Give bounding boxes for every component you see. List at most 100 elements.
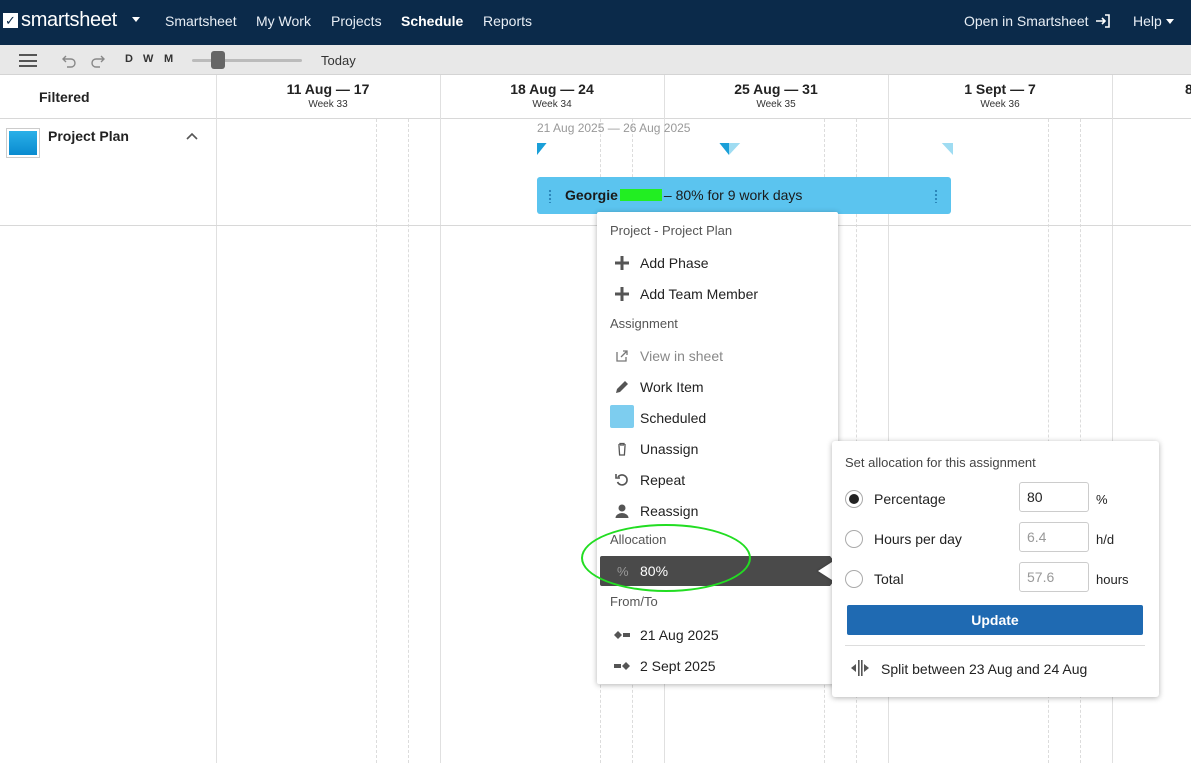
app-menu-caret-icon[interactable] bbox=[132, 17, 140, 22]
color-swatch-icon bbox=[610, 405, 634, 428]
menu-item-label: Repeat bbox=[640, 472, 686, 488]
menu-item-label: Add Team Member bbox=[640, 286, 759, 302]
project-name[interactable]: Project Plan bbox=[48, 128, 129, 144]
drag-handle-left-icon[interactable] bbox=[548, 189, 552, 203]
help-caret-icon bbox=[1166, 19, 1174, 24]
assignee-name: Georgie bbox=[565, 187, 618, 203]
toolbar: D W M Today bbox=[0, 45, 1191, 75]
timeline-header: Filtered 11 Aug — 17 Week 33 18 Aug — 24… bbox=[0, 75, 1191, 119]
person-icon bbox=[615, 504, 629, 518]
week-range: 11 Aug — 17 bbox=[286, 81, 370, 97]
phase-bar-extension[interactable] bbox=[729, 143, 953, 155]
popover-title: Set allocation for this assignment bbox=[845, 455, 1036, 470]
open-external-icon[interactable] bbox=[1094, 12, 1112, 30]
menu-item-label: Work Item bbox=[640, 379, 704, 395]
week-column: 25 Aug — 31 Week 35 bbox=[664, 81, 888, 110]
filter-label[interactable]: Filtered bbox=[39, 89, 90, 105]
total-hours-radio[interactable] bbox=[845, 570, 863, 588]
zoom-slider-handle[interactable] bbox=[211, 51, 225, 69]
menu-item-label: Reassign bbox=[640, 503, 699, 519]
hours-per-day-unit: h/d bbox=[1096, 532, 1115, 547]
week-range: 8 bbox=[1185, 81, 1191, 97]
menu-item-label: View in sheet bbox=[640, 348, 724, 364]
smartsheet-logo[interactable]: ✓ smartsheet bbox=[3, 9, 117, 32]
split-assignment-option[interactable]: Split between 23 Aug and 24 Aug bbox=[881, 661, 1087, 677]
nav-projects[interactable]: Projects bbox=[331, 13, 382, 29]
hamburger-menu-icon[interactable] bbox=[19, 54, 37, 67]
redo-icon[interactable] bbox=[90, 52, 106, 68]
view-in-sheet-menu-item[interactable]: View in sheet bbox=[597, 341, 838, 369]
assignment-context-menu: Project - Project Plan Add Phase Add Tea… bbox=[597, 212, 842, 684]
divider bbox=[845, 645, 1145, 646]
end-date-icon bbox=[614, 662, 630, 670]
hours-per-day-radio[interactable] bbox=[845, 530, 863, 548]
nav-my-work[interactable]: My Work bbox=[256, 13, 311, 29]
week-column: 11 Aug — 17 Week 33 bbox=[216, 81, 440, 110]
update-button[interactable]: Update bbox=[847, 605, 1143, 635]
scheduled-menu-item[interactable]: Scheduled bbox=[597, 403, 838, 431]
project-color-swatch bbox=[7, 129, 39, 157]
chevron-up-icon[interactable] bbox=[185, 131, 199, 141]
hours-unit: hours bbox=[1096, 572, 1129, 587]
allocation-popover: Set allocation for this assignment Perce… bbox=[832, 441, 1159, 697]
zoom-day[interactable]: D bbox=[125, 53, 133, 65]
week-range: 18 Aug — 24 bbox=[510, 81, 594, 97]
drag-handle-right-icon[interactable] bbox=[934, 189, 938, 203]
percentage-label: Percentage bbox=[874, 491, 946, 507]
repeat-menu-item[interactable]: Repeat bbox=[597, 465, 838, 493]
top-nav: ✓ smartsheet Smartsheet My Work Projects… bbox=[0, 0, 1191, 45]
menu-item-label: 2 Sept 2025 bbox=[640, 658, 716, 674]
percentage-radio[interactable] bbox=[845, 490, 863, 508]
project-row: Project Plan 21 Aug 2025 — 26 Aug 2025 G… bbox=[0, 119, 1191, 226]
trash-icon bbox=[618, 442, 626, 456]
phase-date-range: 21 Aug 2025 — 26 Aug 2025 bbox=[537, 121, 691, 135]
week-number: Week 36 bbox=[980, 99, 1020, 110]
external-link-icon bbox=[616, 350, 628, 362]
week-number: Week 35 bbox=[756, 99, 796, 110]
assignment-bar[interactable]: Georgie – 80% for 9 work days bbox=[537, 177, 951, 214]
zoom-slider-track[interactable] bbox=[192, 59, 302, 62]
split-icon bbox=[851, 660, 869, 676]
redacted-block bbox=[619, 189, 662, 201]
pencil-icon bbox=[616, 381, 628, 393]
add-phase-menu-item[interactable]: Add Phase bbox=[597, 248, 838, 276]
menu-item-label: Scheduled bbox=[640, 410, 707, 426]
today-button[interactable]: Today bbox=[321, 53, 356, 68]
zoom-week[interactable]: W bbox=[143, 53, 153, 65]
menu-section-assignment: Assignment bbox=[610, 316, 678, 331]
zoom-month[interactable]: M bbox=[164, 53, 173, 65]
popover-arrow bbox=[818, 562, 832, 580]
assignment-summary: – 80% for 9 work days bbox=[663, 187, 803, 203]
repeat-icon bbox=[615, 474, 628, 486]
percentage-input[interactable] bbox=[1019, 482, 1089, 512]
smartsheet-logo-icon: ✓ bbox=[3, 13, 18, 28]
week-number: Week 34 bbox=[532, 99, 572, 110]
nav-reports[interactable]: Reports bbox=[483, 13, 532, 29]
reassign-menu-item[interactable]: Reassign bbox=[597, 496, 838, 524]
start-date-icon bbox=[614, 631, 630, 639]
week-column: 18 Aug — 24 Week 34 bbox=[440, 81, 664, 110]
work-item-menu-item[interactable]: Work Item bbox=[597, 372, 838, 400]
open-in-smartsheet-link[interactable]: Open in Smartsheet bbox=[964, 13, 1089, 29]
assignment-label: Georgie – 80% for 9 work days bbox=[565, 187, 802, 203]
hours-per-day-label: Hours per day bbox=[874, 531, 962, 547]
menu-item-label: Unassign bbox=[640, 441, 699, 457]
add-team-member-menu-item[interactable]: Add Team Member bbox=[597, 279, 838, 307]
phase-bar[interactable] bbox=[537, 143, 729, 155]
total-hours-input[interactable] bbox=[1019, 562, 1089, 592]
nav-schedule[interactable]: Schedule bbox=[401, 13, 463, 29]
unassign-menu-item[interactable]: Unassign bbox=[597, 434, 838, 462]
week-column: 1 Sept — 7 Week 36 bbox=[888, 81, 1112, 110]
undo-icon[interactable] bbox=[61, 52, 77, 68]
plus-icon bbox=[615, 256, 629, 270]
plus-icon bbox=[615, 287, 629, 301]
highlight-annotation bbox=[581, 524, 751, 592]
nav-smartsheet[interactable]: Smartsheet bbox=[165, 13, 237, 29]
week-number: Week 33 bbox=[308, 99, 348, 110]
help-menu[interactable]: Help bbox=[1133, 13, 1162, 29]
total-label: Total bbox=[874, 571, 904, 587]
menu-item-label: 21 Aug 2025 bbox=[640, 627, 719, 643]
from-date-menu-item[interactable]: 21 Aug 2025 bbox=[597, 620, 838, 648]
to-date-menu-item[interactable]: 2 Sept 2025 bbox=[597, 651, 838, 679]
hours-per-day-input[interactable] bbox=[1019, 522, 1089, 552]
